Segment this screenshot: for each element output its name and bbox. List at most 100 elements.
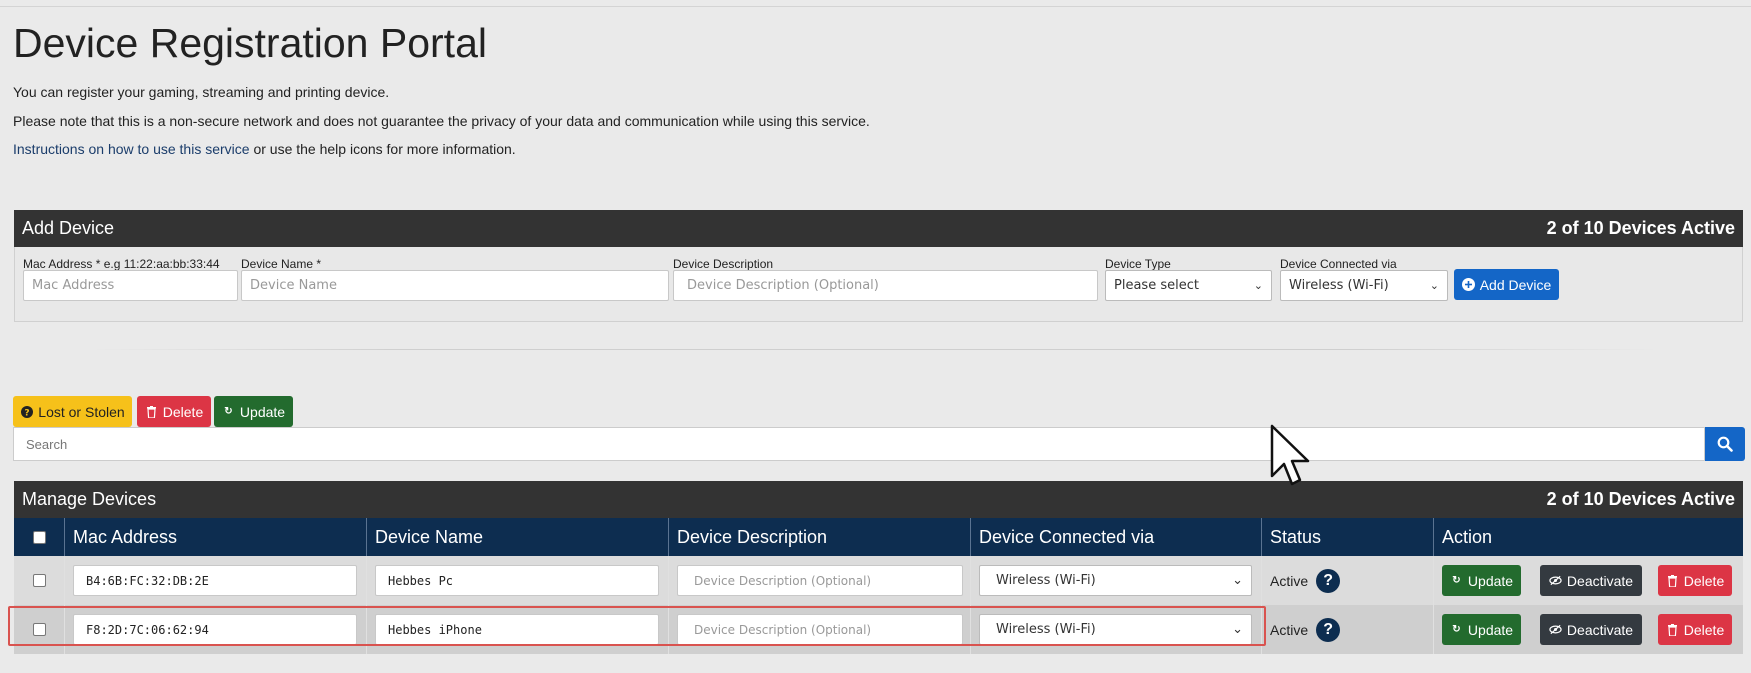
add-device-active-count: 2 of 10 Devices Active xyxy=(1546,218,1735,238)
row-connected-via-select[interactable]: Wireless (Wi-Fi) ⌄ xyxy=(979,565,1252,596)
row-deactivate-label: Deactivate xyxy=(1566,621,1634,638)
device-type-label: Device Type xyxy=(1105,257,1171,271)
manage-devices-active-count: 2 of 10 Devices Active xyxy=(1546,489,1735,509)
plus-circle-icon xyxy=(1461,278,1475,291)
connected-via-value: Wireless (Wi-Fi) xyxy=(1289,278,1389,293)
device-type-value: Please select xyxy=(1114,278,1199,293)
mac-cell: B4:6B:FC:32:DB:2E xyxy=(65,556,367,605)
device-name-input[interactable]: Device Name xyxy=(241,270,669,301)
row-description-input[interactable]: Device Description (Optional) xyxy=(677,565,963,596)
lost-or-stolen-label: Lost or Stolen xyxy=(38,403,125,420)
help-icon[interactable]: ? xyxy=(1316,568,1341,593)
row-connected-via-select[interactable]: Wireless (Wi-Fi) ⌄ xyxy=(979,614,1252,645)
chevron-down-icon: ⌄ xyxy=(1232,622,1243,637)
chevron-down-icon: ⌄ xyxy=(1253,279,1263,292)
status-text: Active xyxy=(1270,621,1309,638)
column-device-name[interactable]: Device Name xyxy=(367,518,669,556)
trash-icon xyxy=(1666,574,1679,587)
device-description-label: Device Description xyxy=(673,257,774,271)
mac-address-input[interactable]: Mac Address xyxy=(23,270,238,301)
bulk-delete-label: Delete xyxy=(162,403,204,420)
trash-icon xyxy=(1666,623,1679,636)
column-action: Action xyxy=(1442,526,1493,547)
row-delete-label: Delete xyxy=(1683,621,1725,638)
row-checkbox[interactable] xyxy=(32,574,46,587)
column-status[interactable]: Status xyxy=(1262,518,1434,556)
table-row: F8:2D:7C:06:62:94 Hebbes iPhone Device D… xyxy=(14,605,1743,654)
status-text: Active xyxy=(1270,572,1309,589)
row-deactivate-label: Deactivate xyxy=(1566,572,1634,589)
intro-text-3-rest: or use the help icons for more informati… xyxy=(249,141,516,157)
row-connected-via-value: Wireless (Wi-Fi) xyxy=(996,622,1096,637)
row-deactivate-button[interactable]: Deactivate xyxy=(1540,614,1642,645)
row-update-button[interactable]: ↻ Update xyxy=(1442,565,1521,596)
row-mac-input[interactable]: B4:6B:FC:32:DB:2E xyxy=(73,565,357,596)
manage-devices-header: Manage Devices 2 of 10 Devices Active xyxy=(14,481,1743,518)
mouse-cursor-icon xyxy=(1270,424,1310,493)
column-device-description[interactable]: Device Description xyxy=(669,518,971,556)
connected-via-select[interactable]: Wireless (Wi-Fi) ⌄ xyxy=(1280,270,1448,301)
refresh-icon: ↻ xyxy=(1452,623,1461,635)
search-icon xyxy=(1717,436,1733,452)
column-mac-address[interactable]: Mac Address xyxy=(65,518,367,556)
connected-via-cell: Wireless (Wi-Fi) ⌄ xyxy=(971,605,1262,654)
row-update-label: Update xyxy=(1467,572,1514,589)
device-description-input[interactable]: Device Description (Optional) xyxy=(673,270,1098,301)
action-cell: ↻ Update Deactivate Delete xyxy=(1434,605,1743,654)
search-input[interactable]: Search xyxy=(13,427,1705,461)
row-checkbox[interactable] xyxy=(32,623,46,636)
device-type-select[interactable]: Please select ⌄ xyxy=(1105,270,1272,301)
intro-text-1: You can register your gaming, streaming … xyxy=(13,84,390,100)
mac-address-label: Mac Address * e.g 11:22:aa:bb:33:44 xyxy=(23,257,220,271)
row-select-cell xyxy=(14,556,65,605)
action-cell: ↻ Update Deactivate Delete xyxy=(1434,556,1743,605)
question-circle-icon: ? xyxy=(20,405,33,418)
page-title: Device Registration Portal xyxy=(13,20,487,66)
intro-text-3: Instructions on how to use this service … xyxy=(13,141,516,157)
row-delete-label: Delete xyxy=(1683,572,1725,589)
bulk-update-button[interactable]: ↻ Update xyxy=(214,396,293,427)
column-connected-via[interactable]: Device Connected via xyxy=(971,518,1262,556)
row-select-cell xyxy=(14,605,65,654)
status-cell: Active ? xyxy=(1262,605,1434,654)
bulk-update-label: Update xyxy=(239,403,286,420)
connected-via-label: Device Connected via xyxy=(1280,257,1397,271)
add-device-title: Add Device xyxy=(22,218,115,238)
row-update-label: Update xyxy=(1467,621,1514,638)
intro-text-2: Please note that this is a non-secure ne… xyxy=(13,113,870,129)
name-cell: Hebbes iPhone xyxy=(367,605,669,654)
row-deactivate-button[interactable]: Deactivate xyxy=(1540,565,1642,596)
select-all-checkbox[interactable] xyxy=(32,530,46,544)
add-device-button-label: Add Device xyxy=(1479,276,1552,293)
row-name-input[interactable]: Hebbes iPhone xyxy=(375,614,659,645)
refresh-icon: ↻ xyxy=(1452,574,1461,586)
row-mac-input[interactable]: F8:2D:7C:06:62:94 xyxy=(73,614,357,645)
table-row: B4:6B:FC:32:DB:2E Hebbes Pc Device Descr… xyxy=(14,556,1743,605)
description-cell: Device Description (Optional) xyxy=(669,556,971,605)
section-divider xyxy=(90,349,1660,350)
mac-cell: F8:2D:7C:06:62:94 xyxy=(65,605,367,654)
row-delete-button[interactable]: Delete xyxy=(1658,565,1732,596)
bulk-delete-button[interactable]: Delete xyxy=(137,396,211,427)
lost-or-stolen-button[interactable]: ? Lost or Stolen xyxy=(13,396,132,427)
row-connected-via-value: Wireless (Wi-Fi) xyxy=(996,573,1096,588)
chevron-down-icon: ⌄ xyxy=(1429,279,1439,292)
help-icon[interactable]: ? xyxy=(1316,617,1341,642)
devices-table-header: Mac Address Device Name Device Descripti… xyxy=(14,518,1743,556)
device-name-label: Device Name * xyxy=(241,257,322,271)
top-divider xyxy=(0,6,1751,7)
trash-icon xyxy=(145,405,158,418)
manage-devices-title: Manage Devices xyxy=(22,489,157,509)
refresh-icon: ↻ xyxy=(224,405,233,417)
instructions-link[interactable]: Instructions on how to use this service xyxy=(13,141,250,157)
row-update-button[interactable]: ↻ Update xyxy=(1442,614,1521,645)
description-cell: Device Description (Optional) xyxy=(669,605,971,654)
name-cell: Hebbes Pc xyxy=(367,556,669,605)
row-delete-button[interactable]: Delete xyxy=(1658,614,1732,645)
connected-via-cell: Wireless (Wi-Fi) ⌄ xyxy=(971,556,1262,605)
row-description-input[interactable]: Device Description (Optional) xyxy=(677,614,963,645)
search-button[interactable] xyxy=(1705,427,1745,461)
add-device-header: Add Device 2 of 10 Devices Active xyxy=(14,210,1743,247)
add-device-button[interactable]: Add Device xyxy=(1454,269,1559,300)
row-name-input[interactable]: Hebbes Pc xyxy=(375,565,659,596)
